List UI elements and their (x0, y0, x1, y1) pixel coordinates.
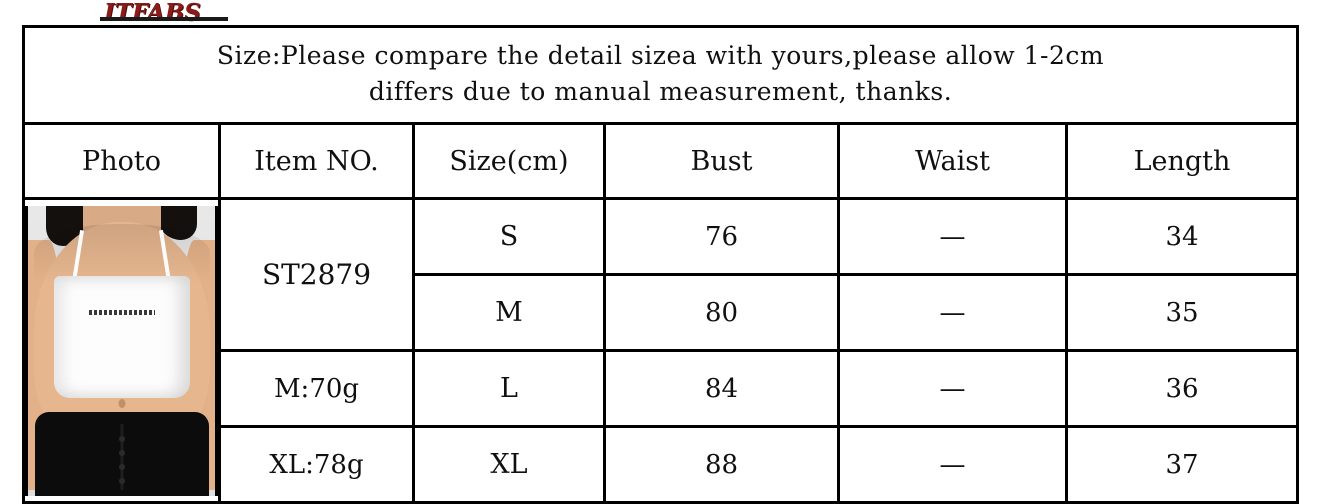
column-header-length: Length (1064, 122, 1300, 200)
size-chart-table: Size:Please compare the detail sizea wit… (21, 25, 1300, 504)
cell-bust: 84 (603, 349, 840, 428)
column-header-size: Size(cm) (412, 122, 606, 200)
camisole-chest-print (88, 309, 155, 315)
size-notice-line-1: Size:Please compare the detail sizea wit… (216, 41, 1105, 70)
notice-row: Size:Please compare the detail sizea wit… (21, 25, 1300, 125)
column-header-waist: Waist (837, 122, 1068, 200)
pants-button (118, 477, 125, 484)
brand-logo: ITFABS (100, 0, 244, 26)
cell-size: L (412, 349, 606, 428)
black-pants (34, 411, 209, 496)
table-row: ST2879 S 76 — 34 (22, 197, 1300, 504)
cell-length: 36 (1064, 349, 1300, 428)
cell-length: 34 (1064, 197, 1300, 276)
product-photo-scene (28, 205, 215, 496)
cell-waist: — (837, 349, 1068, 428)
brand-logo-bar (100, 17, 228, 21)
column-header-bust: Bust (603, 122, 840, 200)
column-header-photo: Photo (22, 122, 221, 200)
shoulder-shading (33, 223, 210, 284)
brand-logo-text: ITFABS (104, 0, 201, 26)
item-weight-xl: XL:78g (218, 425, 415, 504)
cell-length: 35 (1064, 273, 1300, 352)
cell-size: XL (412, 425, 606, 504)
pants-button (118, 463, 125, 470)
cell-waist: — (837, 425, 1068, 504)
cell-waist: — (837, 197, 1068, 276)
cell-size: S (412, 197, 606, 276)
item-weight-m: M:70g (218, 349, 415, 428)
cell-length: 37 (1064, 425, 1300, 504)
product-photo (25, 205, 218, 496)
cell-size: M (412, 273, 606, 352)
cell-bust: 80 (603, 273, 840, 352)
pants-button (118, 449, 125, 456)
size-notice: Size:Please compare the detail sizea wit… (21, 25, 1300, 125)
white-camisole-top (53, 275, 190, 398)
navel (118, 398, 125, 408)
product-photo-cell (22, 197, 221, 504)
item-no-code: ST2879 (218, 197, 415, 352)
cell-waist: — (837, 273, 1068, 352)
cell-bust: 76 (603, 197, 840, 276)
size-notice-line-2: differs due to manual measurement, thank… (368, 77, 953, 106)
cell-bust: 88 (603, 425, 840, 504)
pants-button (118, 435, 125, 442)
column-header-item-no: Item NO. (218, 122, 415, 200)
table-header-row: Photo Item NO. Size(cm) Bust Waist Lengt… (22, 122, 1300, 200)
